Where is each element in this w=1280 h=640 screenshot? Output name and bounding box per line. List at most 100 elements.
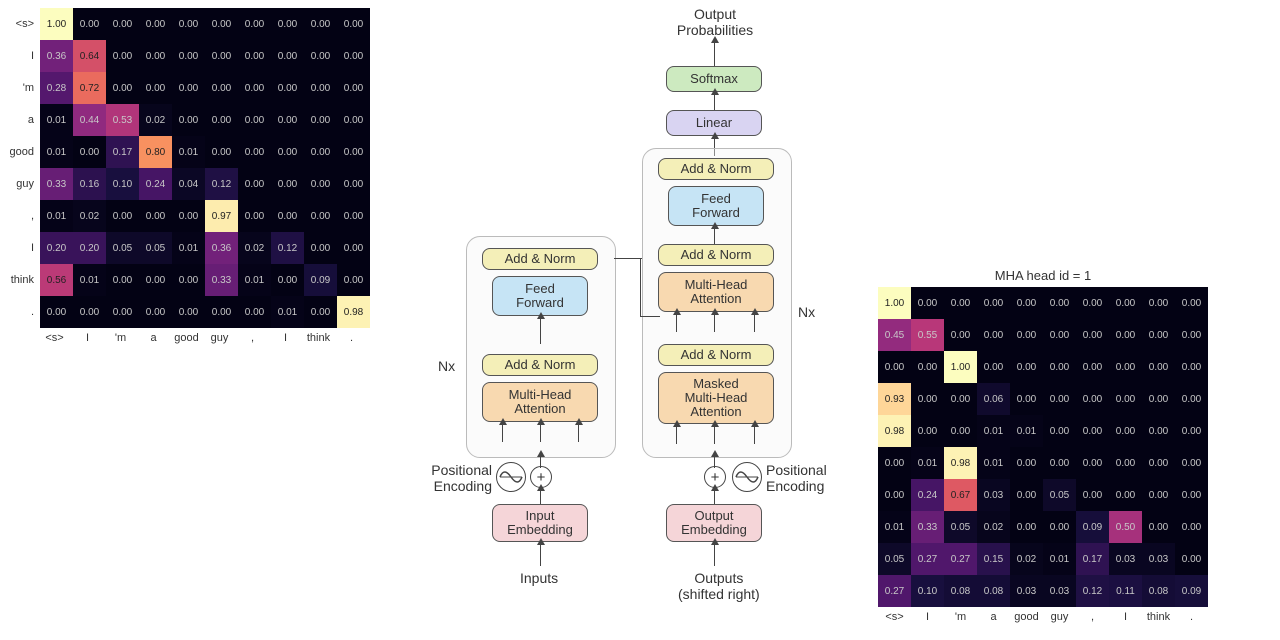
- heatmap-cell: 0.00: [238, 200, 271, 232]
- heatmap-cell: 0.27: [944, 543, 977, 575]
- heatmap-cell: 0.00: [238, 104, 271, 136]
- heatmap-cell: 0.00: [337, 8, 370, 40]
- heatmap-cell: 0.12: [205, 168, 238, 200]
- heatmap-cell: 0.00: [40, 296, 73, 328]
- heatmap-cell: 0.00: [1010, 511, 1043, 543]
- heatmap-cell: 0.00: [304, 40, 337, 72]
- heatmap-x-label: a: [137, 332, 170, 344]
- heatmap-cell: 1.00: [944, 351, 977, 383]
- heatmap-cell: 0.01: [172, 232, 205, 264]
- heatmap-cell: 0.00: [878, 447, 911, 479]
- heatmap-cell: 0.00: [238, 72, 271, 104]
- outputs-label: Outputs (shifted right): [678, 570, 760, 602]
- heatmap-cell: 0.15: [977, 543, 1010, 575]
- heatmap-cell: 0.08: [1142, 575, 1175, 607]
- heatmap-cell: 0.00: [172, 72, 205, 104]
- heatmap-cell: 0.00: [977, 351, 1010, 383]
- heatmap-cell: 0.00: [337, 136, 370, 168]
- heatmap-cell: 0.00: [1175, 351, 1208, 383]
- heatmap-cell: 0.01: [40, 104, 73, 136]
- feedforward-block: Feed Forward: [492, 276, 588, 316]
- heatmap-cell: 0.11: [1109, 575, 1142, 607]
- heatmap-cell: 0.33: [911, 511, 944, 543]
- heatmap-cell: 0.45: [878, 319, 911, 351]
- heatmap-cell: 0.00: [172, 200, 205, 232]
- heatmap-cell: 0.00: [1142, 479, 1175, 511]
- heatmap-cell: 0.00: [944, 383, 977, 415]
- sine-icon: [496, 462, 526, 492]
- heatmap-cell: 0.00: [271, 104, 304, 136]
- heatmap-x-label: a: [977, 611, 1010, 623]
- heatmap-grid: 1.000.000.000.000.000.000.000.000.000.00…: [878, 287, 1208, 607]
- heatmap-cell: 0.01: [73, 264, 106, 296]
- heatmap-cell: 0.02: [1010, 543, 1043, 575]
- heatmap-x-label: ,: [236, 332, 269, 344]
- heatmap-cell: 0.00: [172, 104, 205, 136]
- heatmap-cell: 0.00: [172, 40, 205, 72]
- heatmap-cell: 0.00: [1142, 287, 1175, 319]
- heatmap-cell: 0.00: [1043, 511, 1076, 543]
- heatmap-x-label: I: [911, 611, 944, 623]
- heatmap-y-label: I: [0, 40, 36, 72]
- heatmap-cell: 0.02: [238, 232, 271, 264]
- heatmap-cell: 0.00: [1010, 447, 1043, 479]
- heatmap-cell: 0.00: [1076, 383, 1109, 415]
- heatmap-cell: 0.00: [337, 40, 370, 72]
- heatmap-cell: 0.00: [139, 264, 172, 296]
- heatmap-cell: 0.24: [139, 168, 172, 200]
- heatmap-cell: 0.00: [337, 264, 370, 296]
- heatmap-cell: 0.08: [977, 575, 1010, 607]
- heatmap-cell: 0.09: [1076, 511, 1109, 543]
- heatmap-cell: 0.28: [40, 72, 73, 104]
- heatmap-cell: 0.00: [73, 8, 106, 40]
- heatmap-cell: 0.05: [1043, 479, 1076, 511]
- heatmap-cell: 0.00: [304, 200, 337, 232]
- heatmap-cell: 0.01: [1010, 415, 1043, 447]
- heatmap-cell: 0.00: [304, 72, 337, 104]
- heatmap-cell: 0.05: [944, 511, 977, 543]
- heatmap-cell: 0.12: [271, 232, 304, 264]
- heatmap-grid: 1.000.000.000.000.000.000.000.000.000.00…: [40, 8, 370, 328]
- heatmap-cell: 0.00: [238, 136, 271, 168]
- heatmap-cell: 0.00: [271, 264, 304, 296]
- heatmap-cell: 0.08: [944, 575, 977, 607]
- heatmap-cell: 0.36: [205, 232, 238, 264]
- heatmap-cell: 0.01: [40, 200, 73, 232]
- heatmap-cell: 0.00: [139, 72, 172, 104]
- heatmap-title: MHA head id = 1: [878, 268, 1208, 283]
- heatmap-cell: 0.00: [1076, 447, 1109, 479]
- heatmap-cell: 0.10: [106, 168, 139, 200]
- heatmap-cell: 0.00: [205, 296, 238, 328]
- heatmap-cell: 0.03: [1043, 575, 1076, 607]
- multihead-attention-block: Multi-Head Attention: [658, 272, 774, 312]
- heatmap-cell: 0.02: [73, 200, 106, 232]
- heatmap-x-label: .: [1175, 611, 1208, 623]
- heatmap-cell: 0.00: [1010, 319, 1043, 351]
- heatmap-cell: 0.00: [139, 296, 172, 328]
- heatmap-cell: 0.01: [271, 296, 304, 328]
- heatmap-cell: 0.00: [106, 296, 139, 328]
- heatmap-cell: 0.01: [40, 136, 73, 168]
- heatmap-cell: 0.72: [73, 72, 106, 104]
- heatmap-cell: 0.09: [304, 264, 337, 296]
- heatmap-cell: 0.00: [1142, 415, 1175, 447]
- heatmap-x-label: guy: [203, 332, 236, 344]
- heatmap-y-label: <s>: [0, 8, 36, 40]
- heatmap-x-label: think: [302, 332, 335, 344]
- heatmap-cell: 0.00: [1109, 351, 1142, 383]
- heatmap-cell: 0.00: [238, 296, 271, 328]
- heatmap-cell: 0.24: [911, 479, 944, 511]
- heatmap-cell: 0.17: [106, 136, 139, 168]
- heatmap-cell: 0.00: [1109, 287, 1142, 319]
- heatmap-cell: 0.50: [1109, 511, 1142, 543]
- heatmap-cell: 0.00: [1109, 319, 1142, 351]
- heatmap-cell: 0.00: [1043, 383, 1076, 415]
- heatmap-cell: 0.00: [1076, 415, 1109, 447]
- heatmap-cell: 0.67: [944, 479, 977, 511]
- heatmap-cell: 0.00: [1142, 511, 1175, 543]
- heatmap-cell: 0.16: [73, 168, 106, 200]
- addnorm-block: Add & Norm: [482, 248, 598, 270]
- heatmap-cell: 0.44: [73, 104, 106, 136]
- heatmap-x-label: I: [71, 332, 104, 344]
- feedforward-block: Feed Forward: [668, 186, 764, 226]
